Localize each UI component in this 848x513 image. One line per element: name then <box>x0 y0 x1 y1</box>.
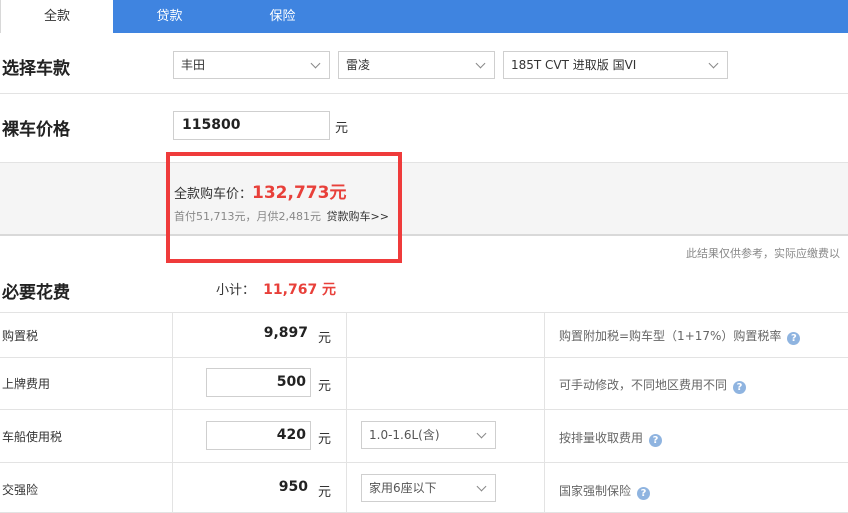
compulsory-insurance-unit: 元 <box>318 485 332 500</box>
chevron-down-icon <box>476 481 487 492</box>
series-select-value: 雷凌 <box>346 58 371 72</box>
column-divider <box>172 312 173 513</box>
price-input[interactable]: 115800 <box>173 111 330 140</box>
vehicle-tax-note-text: 按排量收取费用 <box>559 431 644 445</box>
registration-fee-note: 可手动修改，不同地区费用不同? <box>559 376 747 394</box>
subtotal-value: 11,767 元 <box>263 282 337 298</box>
purchase-tax-value: 9,897 <box>263 325 308 341</box>
purchase-tax-note: 购置附加税=购车型（1+17%）购置税率? <box>559 327 801 345</box>
chevron-down-icon <box>708 58 719 69</box>
purchase-tax-note-text: 购置附加税=购车型（1+17%）购置税率 <box>559 329 782 343</box>
compulsory-insurance-note: 国家强制保险? <box>559 482 651 500</box>
subtotal: 小计： 11,767 元 <box>216 279 336 299</box>
tab-loan[interactable]: 贷款 <box>113 0 226 33</box>
displacement-select[interactable]: 1.0-1.6L(含) <box>361 421 496 449</box>
registration-fee-input[interactable]: 500 <box>206 368 311 397</box>
subtotal-label: 小计： <box>216 283 256 298</box>
seats-select[interactable]: 家用6座以下 <box>361 474 496 502</box>
registration-fee-note-text: 可手动修改，不同地区费用不同 <box>559 378 728 392</box>
question-circle-icon[interactable]: ? <box>787 332 801 345</box>
disclaimer: 此结果仅供参考，实际应缴费以 <box>686 247 840 260</box>
purchase-tax-unit: 元 <box>318 331 332 346</box>
tab-bar: 全款 贷款 保险 <box>0 0 848 33</box>
vehicle-tax-label: 车船使用税 <box>2 430 63 444</box>
question-circle-icon[interactable]: ? <box>733 381 747 394</box>
trim-select-value: 185T CVT 进取版 国VI <box>511 58 637 72</box>
compulsory-insurance-label: 交强险 <box>2 483 39 497</box>
price-unit: 元 <box>335 121 349 136</box>
divider <box>0 462 848 463</box>
chevron-down-icon <box>476 428 487 439</box>
price-label: 裸车价格 <box>2 120 70 140</box>
divider <box>0 93 848 94</box>
compulsory-insurance-note-text: 国家强制保险 <box>559 484 632 498</box>
divider <box>0 357 848 358</box>
divider <box>0 312 848 313</box>
displacement-select-value: 1.0-1.6L(含) <box>369 428 440 442</box>
seats-select-value: 家用6座以下 <box>369 481 437 495</box>
purchase-tax-label: 购置税 <box>2 329 39 343</box>
divider <box>0 409 848 410</box>
brand-select-value: 丰田 <box>181 58 206 72</box>
tab-insurance[interactable]: 保险 <box>226 0 339 33</box>
registration-fee-unit: 元 <box>318 379 332 394</box>
column-divider <box>544 312 545 513</box>
question-circle-icon[interactable]: ? <box>649 434 663 447</box>
series-select[interactable]: 雷凌 <box>338 51 495 79</box>
column-divider <box>346 312 347 513</box>
brand-select[interactable]: 丰田 <box>173 51 330 79</box>
vehicle-tax-input[interactable]: 420 <box>206 421 311 450</box>
tab-full-payment[interactable]: 全款 <box>0 0 113 33</box>
highlight-box <box>166 152 402 263</box>
vehicle-tax-note: 按排量收取费用? <box>559 429 663 447</box>
chevron-down-icon <box>475 58 486 69</box>
trim-select[interactable]: 185T CVT 进取版 国VI <box>503 51 728 79</box>
required-fees-label: 必要花费 <box>2 283 70 303</box>
registration-fee-label: 上牌费用 <box>2 377 51 391</box>
compulsory-insurance-value: 950 <box>278 479 308 495</box>
vehicle-tax-unit: 元 <box>318 432 332 447</box>
summary-band <box>0 162 848 236</box>
chevron-down-icon <box>310 58 321 69</box>
question-circle-icon[interactable]: ? <box>637 487 651 500</box>
select-model-label: 选择车款 <box>2 59 70 79</box>
